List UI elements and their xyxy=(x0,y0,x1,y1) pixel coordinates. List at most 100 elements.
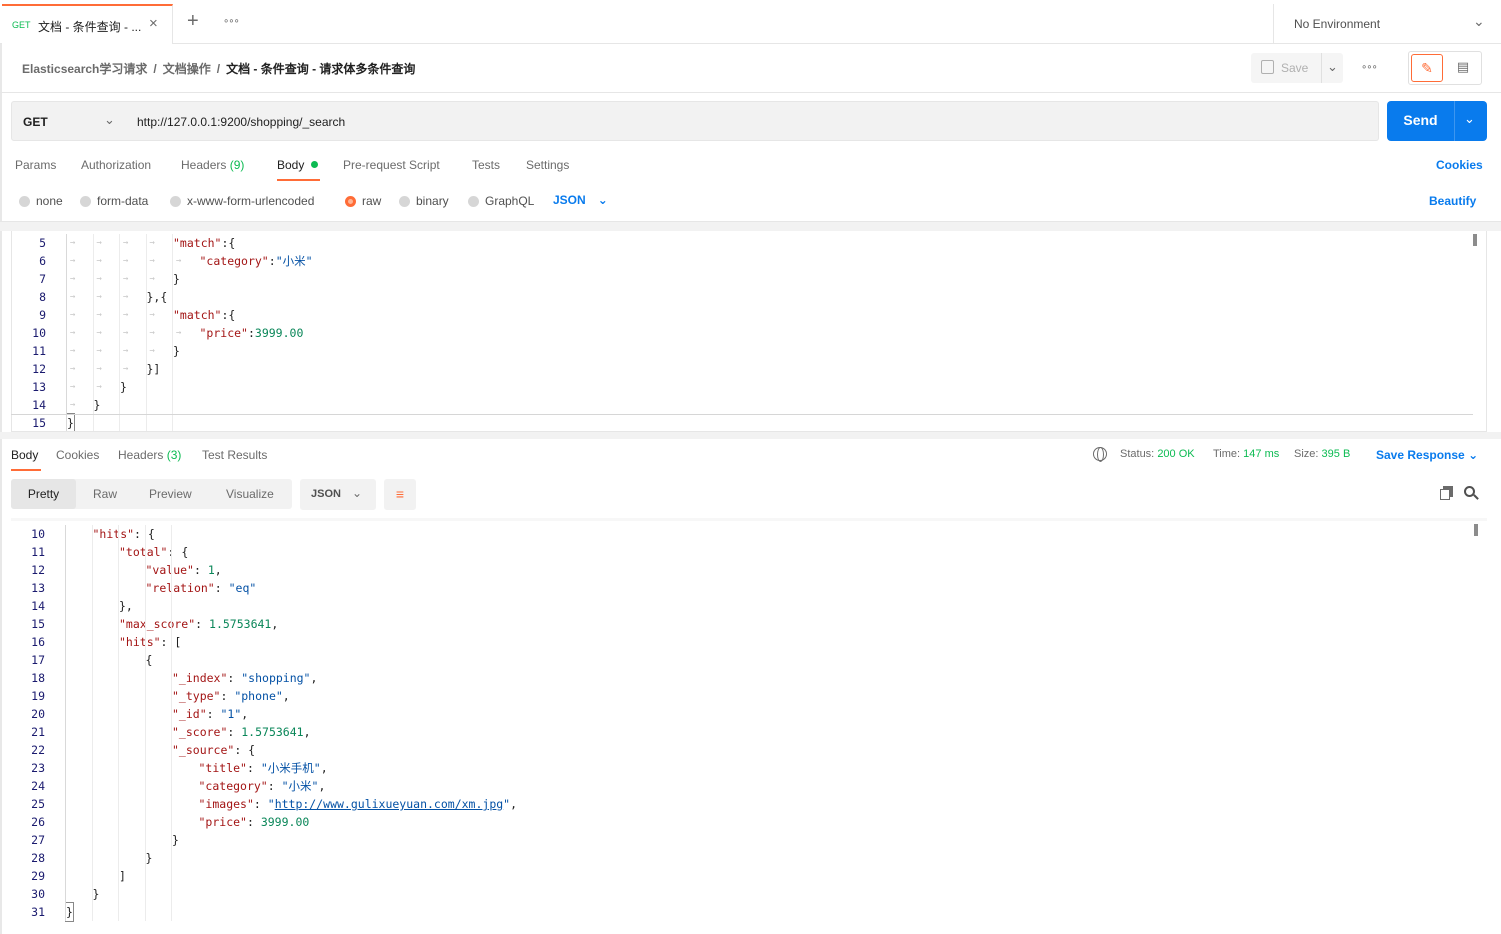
code-text: } xyxy=(92,887,100,901)
tab-marker-icon: → xyxy=(70,292,76,302)
radio-urlencoded[interactable]: x-www-form-urlencoded xyxy=(170,194,314,208)
radio-label: GraphQL xyxy=(485,194,535,208)
response-tab-test-results[interactable]: Test Results xyxy=(202,448,267,462)
response-tab-cookies[interactable]: Cookies xyxy=(56,448,99,462)
code-text: } xyxy=(66,413,75,431)
tab-tests[interactable]: Tests xyxy=(472,158,500,172)
code-line: 18 "_index": "shopping", xyxy=(11,669,1471,687)
save-response-button[interactable]: Save Response ⌄ xyxy=(1376,448,1478,462)
code-line: 6 "category":"小米" → → → → → xyxy=(12,252,1472,270)
pane-resizer[interactable] xyxy=(0,432,1501,439)
pencil-icon[interactable]: ✎ xyxy=(1411,54,1443,82)
tab-marker-icon: → xyxy=(96,328,102,338)
save-button[interactable]: Save ⌄ xyxy=(1251,53,1343,83)
radio-label: none xyxy=(36,194,63,208)
radio-binary[interactable]: binary xyxy=(399,194,449,208)
response-headers-count: (3) xyxy=(166,448,182,462)
environment-select[interactable]: No Environment ⌄ xyxy=(1273,4,1501,44)
indent-guide xyxy=(92,234,94,431)
radio-label: raw xyxy=(362,194,382,208)
line-number: 22 xyxy=(31,743,45,757)
code-text: }, xyxy=(119,599,133,613)
radio-label: x-www-form-urlencoded xyxy=(187,194,315,208)
code-text: "total": { xyxy=(119,545,189,559)
beautify-button[interactable]: Beautify xyxy=(1429,194,1476,208)
request-tab[interactable]: GET 文档 - 条件查询 - ... × xyxy=(2,4,173,44)
tab-settings[interactable]: Settings xyxy=(526,158,569,172)
method-select[interactable]: GET ⌄ xyxy=(11,101,127,141)
code-line: 11} → → → → xyxy=(12,342,1472,360)
tab-marker-icon: → xyxy=(70,310,76,320)
chevron-down-icon[interactable]: ⌄ xyxy=(1464,111,1475,127)
plus-icon[interactable]: + xyxy=(187,11,199,31)
response-tab-body[interactable]: Body xyxy=(11,448,38,462)
radio-form-data[interactable]: form-data xyxy=(80,194,148,208)
tab-headers[interactable]: Headers (9) xyxy=(181,158,244,172)
section-separator xyxy=(0,221,1501,231)
send-button[interactable]: Send ⌄ xyxy=(1387,101,1487,141)
response-tab-headers[interactable]: Headers (3) xyxy=(118,448,181,462)
code-line: 19 "_type": "phone", xyxy=(11,687,1471,705)
comment-icon[interactable]: ▤ xyxy=(1447,54,1479,82)
tab-marker-icon: → xyxy=(70,346,76,356)
search-icon[interactable] xyxy=(1464,486,1479,500)
active-tab-underline xyxy=(11,469,41,471)
vertical-scrollbar[interactable] xyxy=(1473,234,1477,246)
body-format-select[interactable]: JSON ⌄ xyxy=(553,193,608,207)
tab-marker-icon: → xyxy=(70,328,76,338)
line-number: 5 xyxy=(39,236,46,250)
tab-body[interactable]: Body xyxy=(277,158,304,172)
size-label: Size: xyxy=(1294,448,1319,460)
status-readout[interactable]: Status: 200 OK xyxy=(1120,448,1195,460)
vertical-scrollbar[interactable] xyxy=(1474,524,1478,536)
indent-guide xyxy=(118,525,119,921)
more-icon[interactable]: ∘∘∘ xyxy=(1361,62,1378,73)
close-icon[interactable]: × xyxy=(149,15,158,32)
code-text: "_type": "phone", xyxy=(172,689,290,703)
tab-authorization[interactable]: Authorization xyxy=(81,158,151,172)
code-text: "category": "小米", xyxy=(198,779,326,793)
radio-graphql[interactable]: GraphQL xyxy=(468,194,534,208)
time-readout[interactable]: Time: 147 ms xyxy=(1213,448,1279,460)
code-text: "price":3999.00 xyxy=(199,326,304,340)
cookies-link[interactable]: Cookies xyxy=(1436,158,1483,172)
line-number: 31 xyxy=(31,905,45,919)
chevron-down-icon[interactable]: ⌄ xyxy=(1327,59,1338,75)
view-raw[interactable]: Raw xyxy=(93,487,117,501)
tab-params[interactable]: Params xyxy=(15,158,56,172)
copy-icon[interactable] xyxy=(1440,486,1453,500)
tab-marker-icon: → xyxy=(176,328,182,338)
tab-marker-icon: → xyxy=(96,382,102,392)
size-readout[interactable]: Size: 395 B xyxy=(1294,448,1350,460)
radio-none[interactable]: none xyxy=(19,194,63,208)
radio-raw[interactable]: raw xyxy=(345,194,381,208)
code-text: } xyxy=(65,902,74,922)
view-pretty[interactable]: Pretty xyxy=(11,479,76,509)
status-value: 200 OK xyxy=(1157,448,1195,460)
request-body-editor[interactable]: 5 "match":{→ → → → 6 "category":"小米" → → → → → 7} → → →… xyxy=(11,231,1487,432)
breadcrumb-collection[interactable]: Elasticsearch学习请求 xyxy=(22,62,147,76)
response-headers-label: Headers xyxy=(118,448,164,462)
response-format-select[interactable]: JSON ⌄ xyxy=(300,479,376,510)
horizontal-scrollbar[interactable] xyxy=(11,414,1473,415)
more-icon[interactable]: ∘∘∘ xyxy=(223,16,240,27)
request-name[interactable]: 文档 - 条件查询 - 请求体多条件查询 xyxy=(226,62,415,76)
tab-prerequest-script[interactable]: Pre-request Script xyxy=(343,158,440,172)
breadcrumb-folder[interactable]: 文档操作 xyxy=(163,62,211,76)
line-number: 16 xyxy=(31,635,45,649)
line-number: 15 xyxy=(31,617,45,631)
globe-icon[interactable] xyxy=(1093,447,1107,462)
tab-marker-icon: → xyxy=(123,256,129,266)
line-number: 25 xyxy=(31,797,45,811)
code-line: 28} xyxy=(11,849,1471,867)
response-body-viewer[interactable]: 10 "hits": {11 "total": {12 "value": 1, 13 "r… xyxy=(11,521,1487,929)
view-preview[interactable]: Preview xyxy=(149,487,192,501)
url-input[interactable]: http://127.0.0.1:9200/shopping/_search xyxy=(126,101,1379,141)
tab-marker-icon: → xyxy=(70,382,76,392)
tab-marker-icon: → xyxy=(123,292,129,302)
code-text: } xyxy=(145,851,153,865)
view-visualize[interactable]: Visualize xyxy=(226,487,274,501)
code-text: "value": 1, xyxy=(145,563,222,577)
chevron-down-icon: ⌄ xyxy=(1473,13,1485,29)
wrap-lines-icon[interactable]: ≡ xyxy=(384,479,416,510)
